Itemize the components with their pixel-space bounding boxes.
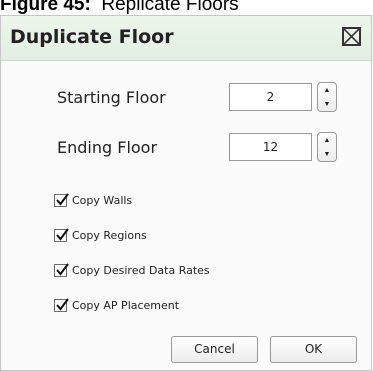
ending-floor-input[interactable]: 12 [229,133,312,161]
ending-floor-up-arrow-icon[interactable]: ▲ [318,133,336,147]
copy-regions-checkbox[interactable] [54,227,69,242]
copy-ap-placement-option[interactable]: Copy AP Placement [54,297,179,313]
dialog-titlebar: Duplicate Floor [1,16,371,61]
cancel-button[interactable]: Cancel [171,336,258,363]
copy-walls-checkbox[interactable] [54,192,69,207]
copy-desired-data-rates-checkbox[interactable] [54,262,69,277]
copy-desired-data-rates-label: Copy Desired Data Rates [72,263,210,277]
ending-floor-down-arrow-icon[interactable]: ▼ [318,147,336,161]
figure-caption: Figure 45: Replicate Floors [0,0,239,16]
starting-floor-stepper[interactable]: ▲ ▼ [317,82,337,112]
starting-floor-up-arrow-icon[interactable]: ▲ [318,83,336,97]
starting-floor-down-arrow-icon[interactable]: ▼ [318,97,336,111]
copy-walls-option[interactable]: Copy Walls [54,192,132,208]
copy-ap-placement-checkbox[interactable] [54,297,69,312]
dialog-title: Duplicate Floor [10,26,174,48]
ending-floor-label: Ending Floor [57,138,158,157]
ending-floor-stepper[interactable]: ▲ ▼ [317,132,337,162]
copy-walls-label: Copy Walls [72,193,133,207]
close-icon[interactable] [342,27,361,46]
figure-label: Figure 45: [0,0,91,15]
copy-ap-placement-label: Copy AP Placement [72,298,180,312]
duplicate-floor-dialog: Duplicate Floor Starting Floor 2 ▲ ▼ End… [0,15,372,371]
copy-regions-option[interactable]: Copy Regions [54,227,147,243]
starting-floor-input[interactable]: 2 [229,83,312,111]
copy-regions-label: Copy Regions [72,228,147,242]
copy-desired-data-rates-option[interactable]: Copy Desired Data Rates [54,262,210,278]
starting-floor-label: Starting Floor [57,88,166,107]
figure-title: Replicate Floors [101,0,239,15]
ok-button[interactable]: OK [270,336,357,363]
